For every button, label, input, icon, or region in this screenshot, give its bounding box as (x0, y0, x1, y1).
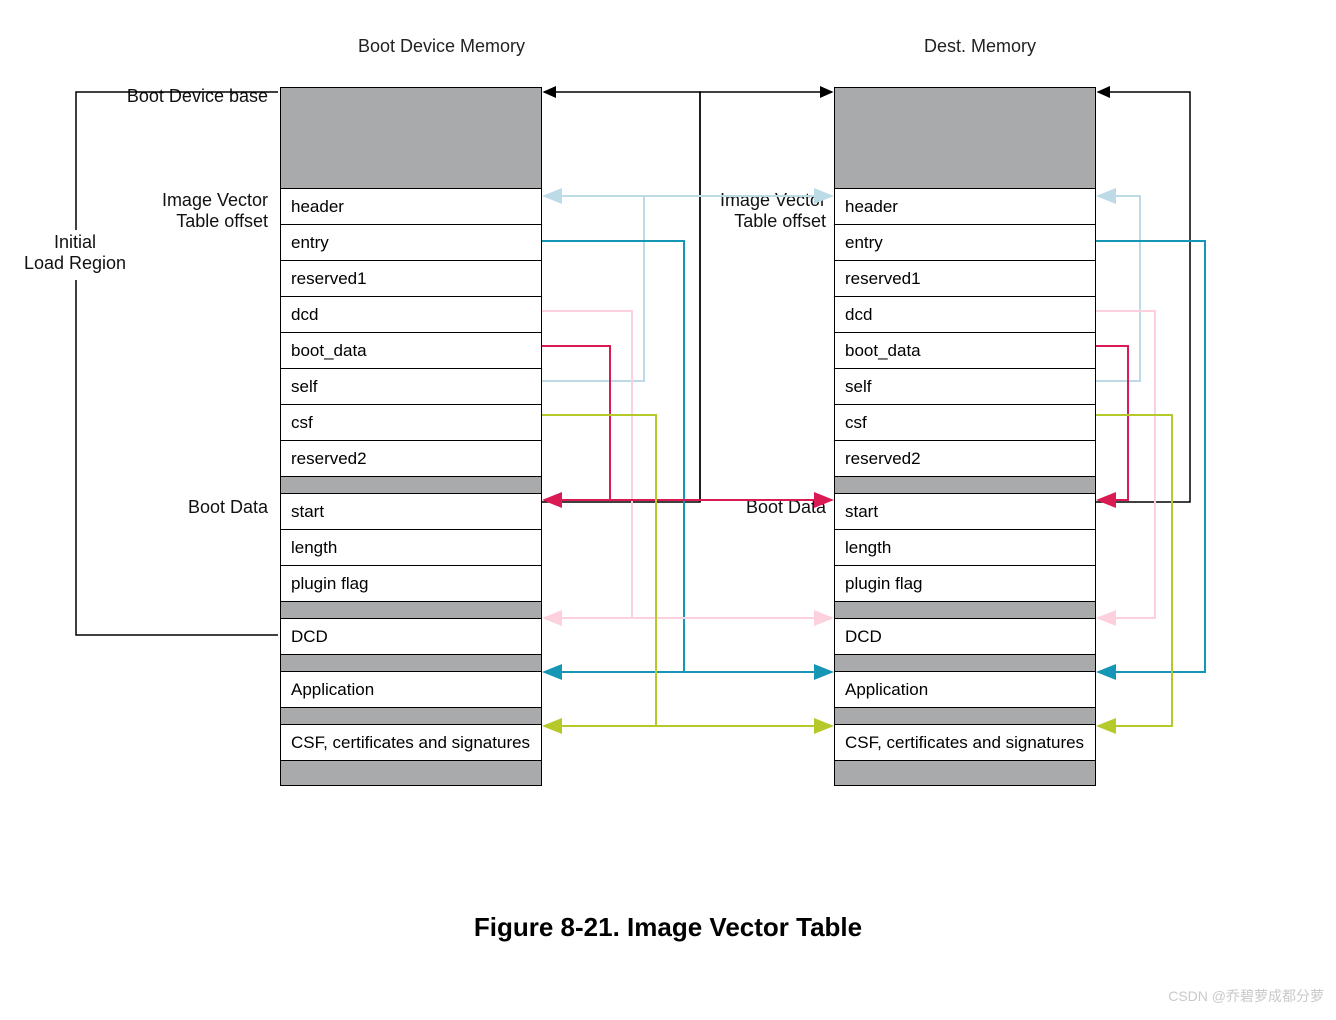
left-gap-4 (281, 707, 541, 724)
diagram-stage: Boot Device Memory Dest. Memory Initial … (0, 0, 1336, 1020)
right-gap-1 (835, 476, 1095, 493)
label-ivt-offset-left: Image Vector Table offset (120, 190, 268, 232)
memory-column-left: header entry reserved1 dcd boot_data sel… (280, 87, 542, 786)
label-ivt-l2-right: Table offset (734, 211, 826, 231)
memory-column-right: header entry reserved1 dcd boot_data sel… (834, 87, 1096, 786)
title-right: Dest. Memory (924, 36, 1036, 57)
label-initial-l2: Load Region (24, 253, 126, 273)
label-initial-load-region: Initial Load Region (20, 232, 130, 274)
right-ivt-reserved2: reserved2 (835, 440, 1095, 476)
right-ivt-header: header (835, 188, 1095, 224)
right-bootdata-start: start (835, 493, 1095, 529)
right-ivt-entry: entry (835, 224, 1095, 260)
left-section-dcd: DCD (281, 618, 541, 654)
left-bootdata-length: length (281, 529, 541, 565)
title-left: Boot Device Memory (358, 36, 525, 57)
right-ivt-bootdata: boot_data (835, 332, 1095, 368)
left-gap-5 (281, 760, 541, 785)
left-section-app: Application (281, 671, 541, 707)
label-boot-device-base: Boot Device base (110, 86, 268, 107)
label-boot-data-left: Boot Data (152, 497, 268, 518)
label-initial-l1: Initial (54, 232, 96, 252)
right-gap-5 (835, 760, 1095, 785)
right-gap-4 (835, 707, 1095, 724)
left-gap-3 (281, 654, 541, 671)
left-ivt-csf: csf (281, 404, 541, 440)
left-gap-2 (281, 601, 541, 618)
left-ivt-dcd: dcd (281, 296, 541, 332)
left-ivt-reserved1: reserved1 (281, 260, 541, 296)
right-section-dcd: DCD (835, 618, 1095, 654)
label-ivt-offset-right: Image Vector Table offset (678, 190, 826, 232)
watermark: CSDN @乔碧萝成都分萝 (1168, 986, 1324, 1006)
left-ivt-self: self (281, 368, 541, 404)
left-bootdata-start: start (281, 493, 541, 529)
right-gap-2 (835, 601, 1095, 618)
right-section-app: Application (835, 671, 1095, 707)
label-ivt-l1-left: Image Vector (162, 190, 268, 210)
right-top-gap (835, 88, 1095, 188)
left-top-gap (281, 88, 541, 188)
right-section-csf: CSF, certificates and signatures (835, 724, 1095, 760)
right-ivt-self: self (835, 368, 1095, 404)
right-bootdata-length: length (835, 529, 1095, 565)
right-ivt-reserved1: reserved1 (835, 260, 1095, 296)
left-gap-1 (281, 476, 541, 493)
left-section-csf: CSF, certificates and signatures (281, 724, 541, 760)
label-ivt-l1-right: Image Vector (720, 190, 826, 210)
right-gap-3 (835, 654, 1095, 671)
figure-caption: Figure 8-21. Image Vector Table (0, 912, 1336, 943)
right-ivt-dcd: dcd (835, 296, 1095, 332)
label-ivt-l2-left: Table offset (176, 211, 268, 231)
left-ivt-bootdata: boot_data (281, 332, 541, 368)
left-ivt-reserved2: reserved2 (281, 440, 541, 476)
left-ivt-header: header (281, 188, 541, 224)
right-bootdata-plugin: plugin flag (835, 565, 1095, 601)
label-boot-data-right: Boot Data (710, 497, 826, 518)
right-ivt-csf: csf (835, 404, 1095, 440)
left-bootdata-plugin: plugin flag (281, 565, 541, 601)
left-ivt-entry: entry (281, 224, 541, 260)
